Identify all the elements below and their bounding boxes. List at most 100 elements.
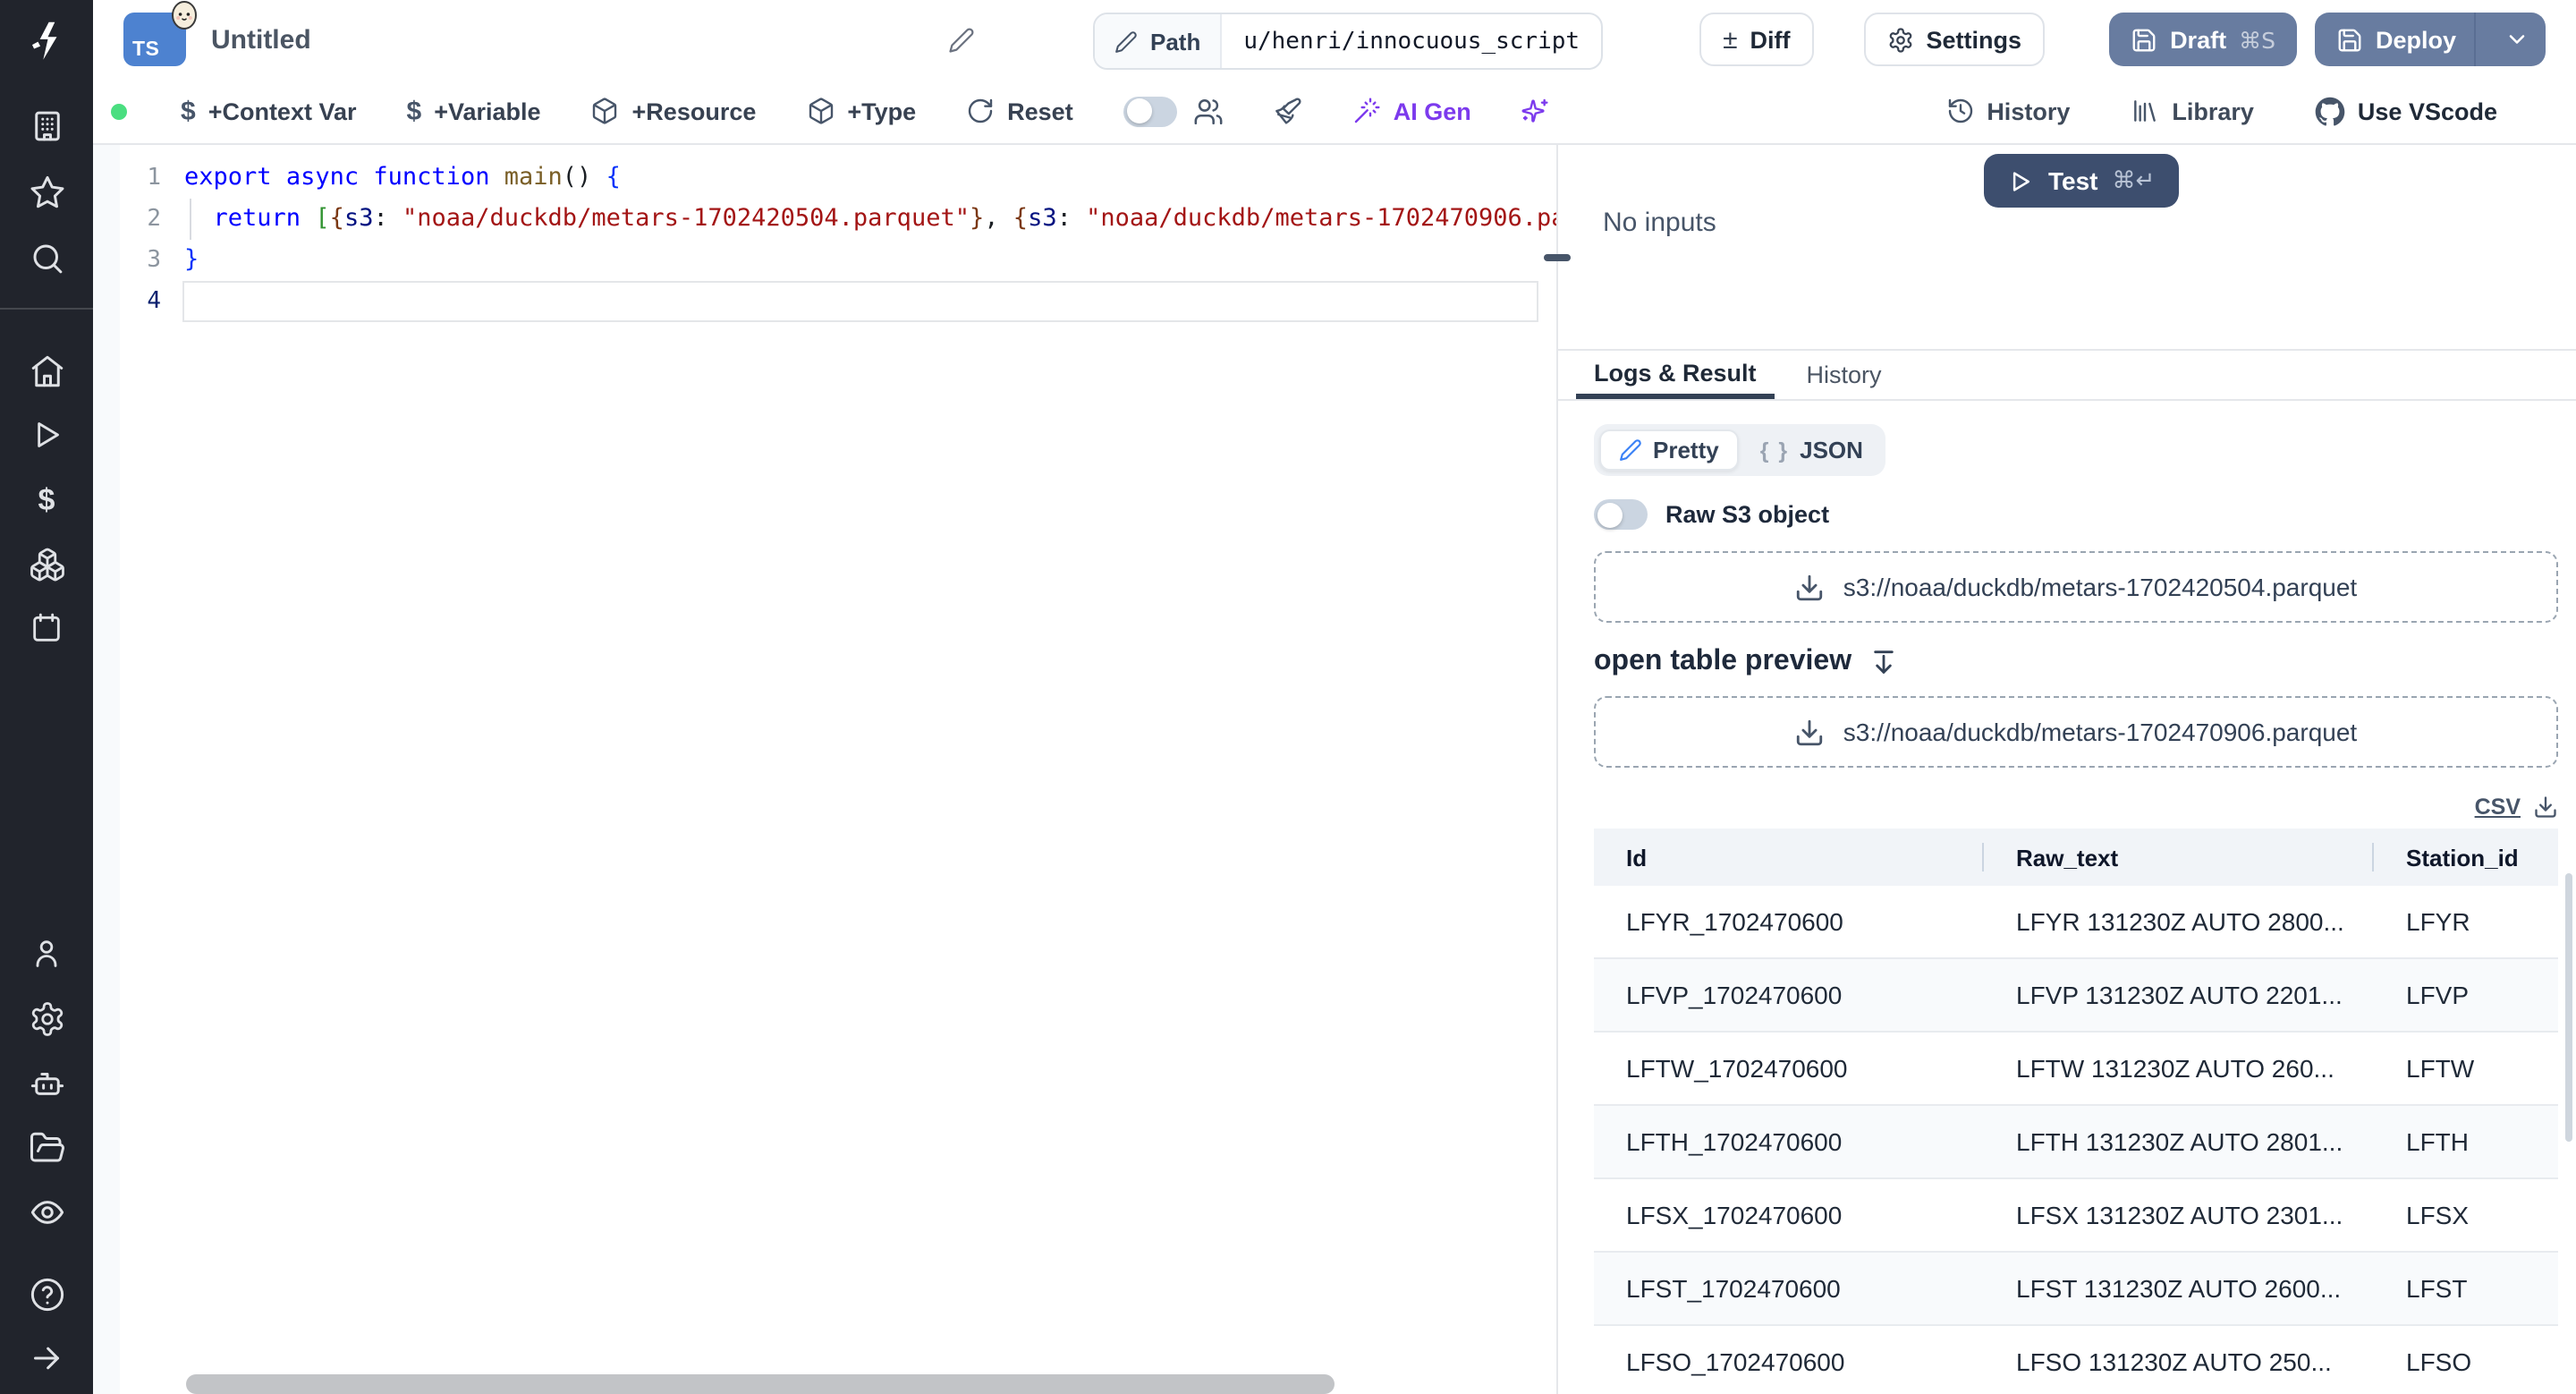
- table-vertical-scrollbar[interactable]: [2565, 873, 2572, 1142]
- add-type-button[interactable]: +Type: [806, 97, 916, 125]
- add-resource-button[interactable]: +Resource: [591, 97, 756, 125]
- pretty-json-toggle: Pretty { } JSON: [1594, 424, 1886, 476]
- robot-icon[interactable]: [25, 1061, 68, 1104]
- building-icon[interactable]: [25, 104, 68, 147]
- result-tabs: Logs & Result History: [1558, 351, 2576, 401]
- panel-resize-handle[interactable]: [1544, 254, 1571, 261]
- table-cell: LFYR_1702470600: [1626, 907, 1843, 936]
- open-table-preview[interactable]: open table preview: [1594, 646, 2558, 678]
- table-row[interactable]: LFYR_1702470600 LFYR 131230Z AUTO 2800...…: [1594, 886, 2558, 958]
- calendar-icon[interactable]: [25, 607, 68, 650]
- editor-glyph-margin: [93, 143, 120, 1394]
- ai-gen-button[interactable]: AI Gen: [1352, 97, 1471, 125]
- users-icon: [1193, 96, 1224, 126]
- add-variable-button[interactable]: $ +Variable: [407, 98, 541, 124]
- magic-wand-icon: [1352, 97, 1381, 125]
- expand-sidebar-icon[interactable]: [25, 1337, 68, 1380]
- sparkles-icon: [1521, 97, 1550, 125]
- editor-horizontal-scrollbar[interactable]: [186, 1374, 1335, 1394]
- github-icon: [2315, 96, 2345, 126]
- table-cell: LFSO_1702470600: [1594, 1324, 1984, 1394]
- column-header: Id: [1594, 829, 1984, 886]
- history-button[interactable]: History: [1945, 97, 2070, 125]
- format-brush-button[interactable]: [1274, 97, 1302, 125]
- table-row[interactable]: LFTW_1702470600 LFTW 131230Z AUTO 260... L…: [1594, 1031, 2558, 1105]
- home-icon[interactable]: [25, 349, 68, 392]
- raw-s3-toggle[interactable]: [1594, 499, 1648, 530]
- table-row[interactable]: LFSX_1702470600 LFSX 131230Z AUTO 2301...…: [1594, 1177, 2558, 1252]
- add-context-var-button[interactable]: $ +Context Var: [181, 98, 357, 124]
- multiplayer-toggle[interactable]: [1123, 96, 1177, 126]
- right-panel: No inputs Test ⌘↵ Logs & Result History: [1558, 143, 2576, 1394]
- result-table: Id Raw_text Station_id LFYR_1702470600 LFYR…: [1594, 829, 2558, 1394]
- help-icon[interactable]: [25, 1272, 68, 1315]
- deploy-dropdown[interactable]: [2488, 13, 2546, 66]
- settings-button[interactable]: Settings: [1863, 13, 2046, 66]
- play-icon[interactable]: [25, 413, 68, 456]
- code-editor[interactable]: 1 export async function main() {2 return …: [93, 143, 1558, 1394]
- code-line[interactable]: 4: [93, 281, 1556, 322]
- path-field[interactable]: Path u/henri/innocuous_script: [1093, 13, 1604, 70]
- code-line[interactable]: 1 export async function main() {: [93, 157, 1556, 199]
- arrow-down-to-line-icon: [1869, 648, 1898, 676]
- tab-logs-result[interactable]: Logs & Result: [1576, 351, 1775, 399]
- content: 1 export async function main() {2 return …: [93, 143, 2576, 1394]
- reset-button[interactable]: Reset: [966, 97, 1073, 125]
- boxes-icon[interactable]: [25, 542, 68, 585]
- header: TS Untitled Path u/henri/innocuous_scrip…: [93, 0, 2576, 81]
- search-icon[interactable]: [25, 236, 68, 279]
- ai-sparkles-button[interactable]: [1521, 97, 1550, 125]
- path-label-segment: Path: [1095, 14, 1223, 68]
- edit-summary-pencil-icon[interactable]: [948, 27, 975, 54]
- gear-icon: [1887, 26, 1914, 53]
- diff-button[interactable]: ± Diff: [1699, 13, 1814, 66]
- test-button[interactable]: Test ⌘↵: [1984, 154, 2179, 208]
- line-number: 3: [147, 247, 161, 274]
- tab-history[interactable]: History: [1789, 351, 1900, 399]
- table-cell: LFYR: [2406, 907, 2470, 936]
- s3-file-download-button[interactable]: s3://noaa/duckdb/metars-1702470906.parqu…: [1594, 696, 2558, 768]
- windmill-logo[interactable]: [0, 0, 93, 82]
- folder-open-icon[interactable]: [25, 1126, 68, 1169]
- download-icon[interactable]: [2533, 795, 2558, 820]
- table-row[interactable]: LFVP_1702470600 LFVP 131230Z AUTO 2201...…: [1594, 957, 2558, 1032]
- eye-icon[interactable]: [25, 1190, 68, 1233]
- table-row[interactable]: LFST_1702470600 LFST 131230Z AUTO 2600...…: [1594, 1251, 2558, 1325]
- gear-icon[interactable]: [25, 997, 68, 1040]
- library-button[interactable]: Library: [2131, 97, 2254, 125]
- test-shortcut: ⌘↵: [2112, 167, 2156, 194]
- use-vscode-button[interactable]: Use VScode: [2315, 96, 2497, 126]
- column-header: Station_id: [2374, 829, 2558, 886]
- refresh-icon: [966, 97, 995, 125]
- table-cell: LFVP: [2374, 957, 2558, 1032]
- path-value[interactable]: u/henri/innocuous_script: [1222, 14, 1601, 68]
- status-dot: [111, 103, 127, 119]
- download-icon: [1795, 717, 1826, 747]
- table-cell: LFVP 131230Z AUTO 2201...: [1984, 957, 2374, 1032]
- run-area: No inputs Test ⌘↵: [1558, 143, 2576, 351]
- code-line[interactable]: 3}: [93, 240, 1556, 281]
- package-icon: [591, 97, 620, 125]
- dollar-icon[interactable]: $: [25, 478, 68, 521]
- segment-pretty[interactable]: Pretty: [1599, 429, 1739, 471]
- table-cell: LFSX_1702470600: [1594, 1177, 1984, 1252]
- csv-download-link[interactable]: CSV: [2475, 795, 2521, 820]
- result-table-body: LFYR_1702470600 LFYR 131230Z AUTO 2800...…: [1594, 886, 2558, 1394]
- table-row[interactable]: LFTH_1702470600 LFTH 131230Z AUTO 2801...…: [1594, 1104, 2558, 1178]
- segment-json[interactable]: { } JSON: [1742, 431, 1881, 469]
- star-icon[interactable]: [25, 170, 68, 213]
- table-cell: LFST 131230Z AUTO 2600...: [1984, 1251, 2374, 1325]
- table-cell: LFTW_1702470600: [1594, 1031, 1984, 1105]
- s3-file-download-button[interactable]: s3://noaa/duckdb/metars-1702420504.parqu…: [1594, 551, 2558, 623]
- draft-button[interactable]: Draft ⌘S: [2109, 13, 2297, 66]
- user-icon[interactable]: [25, 932, 68, 975]
- no-inputs-label: No inputs: [1603, 208, 1716, 238]
- chevron-down-icon: [2504, 27, 2529, 52]
- table-row[interactable]: LFSO_1702470600 LFSO 131230Z AUTO 250... L…: [1594, 1324, 2558, 1394]
- code-lines: 1 export async function main() {2 return …: [93, 143, 1556, 322]
- table-cell: LFST: [2374, 1251, 2558, 1325]
- code-line[interactable]: 2 return [{s3: "noaa/duckdb/metars-17024…: [93, 199, 1556, 240]
- raw-s3-label: Raw S3 object: [1665, 501, 1830, 528]
- deploy-button[interactable]: Deploy: [2314, 13, 2546, 66]
- csv-export-row: CSV: [1594, 795, 2558, 820]
